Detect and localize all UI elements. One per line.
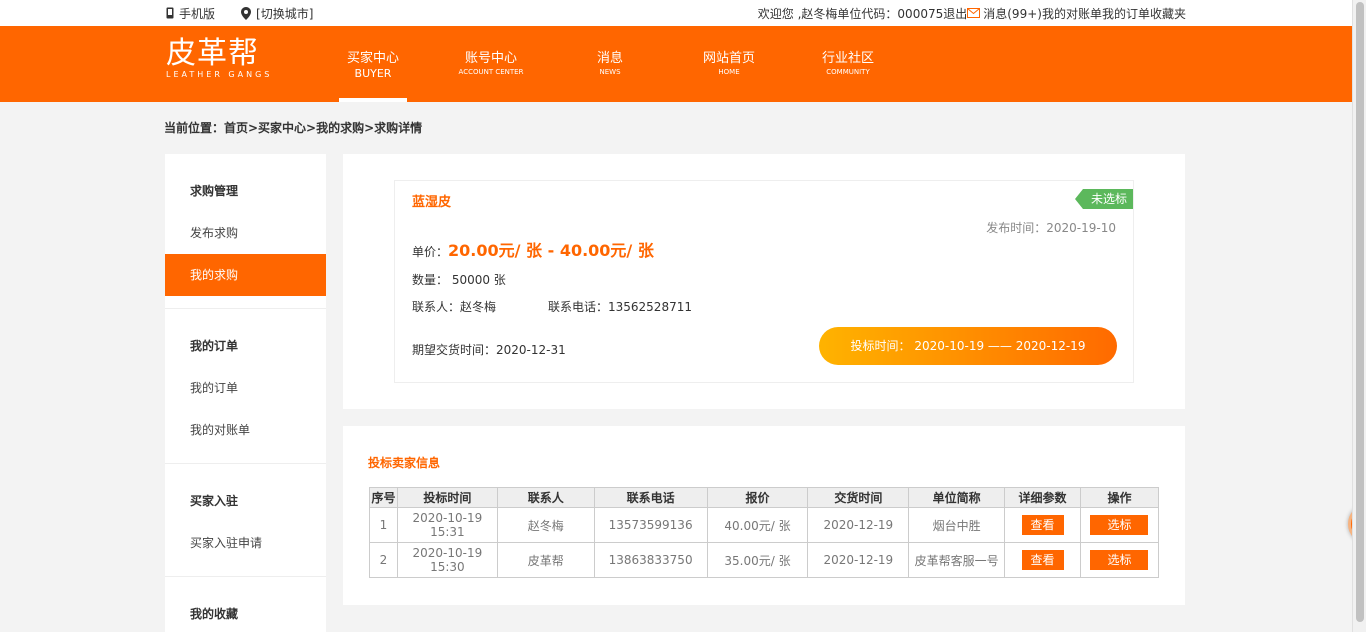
table-row: 2 2020-10-19 15:30 皮革帮 13863833750 35.00… (369, 542, 1160, 578)
price-value: 20.00元/ 张 - 40.00元/ 张 (448, 241, 654, 260)
view-button[interactable]: 查看 (1021, 515, 1064, 535)
logo[interactable]: 皮革帮 LEATHER GANGS (166, 36, 272, 79)
sidebar-title-favorites: 我的收藏 (190, 607, 239, 621)
breadcrumb: 当前位置：首页>买家中心>我的求购>求购详情 (164, 121, 423, 135)
unit-code: 单位代码：000075 (837, 6, 944, 21)
status-badge: 未选标 (1075, 189, 1133, 209)
favorites-link[interactable]: 收藏夹 (1150, 5, 1186, 22)
city-switch[interactable]: [切换城市] (241, 5, 313, 22)
nav-buyer-center[interactable]: 买家中心 BUYER (339, 26, 407, 102)
purchase-detail-panel: 蓝湿皮 未选标 发布时间：2020-19-10 单价： 20.00元/ 张 - … (394, 180, 1134, 383)
statements-link[interactable]: 我的对账单 (1042, 5, 1102, 22)
nav-home[interactable]: 网站首页 HOME (645, 26, 813, 102)
quantity: 数量： 50000 张 (412, 273, 506, 287)
col-index: 序号 (369, 487, 398, 508)
nav-news[interactable]: 消息 NEWS (575, 26, 645, 102)
select-bid-button[interactable]: 选标 (1090, 515, 1149, 535)
table-header-row: 序号 投标时间 联系人 联系电话 报价 交货时间 单位简称 详细参数 操作 (369, 487, 1160, 508)
nav-account-center[interactable]: 账号中心 ACCOUNT CENTER (407, 26, 575, 102)
nav-community[interactable]: 行业社区 COMMUNITY (813, 26, 883, 102)
main-nav: 皮革帮 LEATHER GANGS 买家中心 BUYER 账号中心 ACCOUN… (0, 26, 1366, 102)
bidders-title: 投标卖家信息 (368, 456, 441, 470)
contact-phone: 联系电话：13562528711 (548, 300, 692, 314)
phone-icon (166, 7, 174, 19)
scrollbar[interactable] (1352, 0, 1366, 632)
price-label: 单价： (412, 245, 449, 259)
sidebar-item-publish[interactable]: 发布求购 (165, 212, 326, 254)
col-action: 操作 (1079, 487, 1160, 508)
sidebar-title-orders: 我的订单 (190, 339, 239, 353)
sidebar-item-my-purchases[interactable]: 我的求购 (165, 254, 326, 296)
bidders-card: 投标卖家信息 序号 投标时间 联系人 联系电话 报价 交货时间 单位简称 详细参… (343, 426, 1185, 605)
welcome-text: 欢迎您 ,赵冬梅 (757, 6, 838, 21)
col-company: 单位简称 (908, 487, 1006, 508)
col-delivery: 交货时间 (807, 487, 910, 508)
sidebar-item-my-orders[interactable]: 我的订单 (165, 367, 326, 409)
col-details: 详细参数 (1004, 487, 1081, 508)
select-bid-button[interactable]: 选标 (1090, 550, 1149, 570)
table-row: 1 2020-10-19 15:31 赵冬梅 13573599136 40.00… (369, 507, 1160, 543)
purchase-detail-card: 蓝湿皮 未选标 发布时间：2020-19-10 单价： 20.00元/ 张 - … (343, 154, 1185, 409)
sidebar-item-statements[interactable]: 我的对账单 (165, 409, 326, 451)
sidebar-item-settle-apply[interactable]: 买家入驻申请 (165, 522, 326, 564)
sidebar-title-purchase: 求购管理 (190, 184, 239, 198)
expected-delivery: 期望交货时间：2020-12-31 (412, 343, 566, 357)
orders-link[interactable]: 我的订单 (1102, 5, 1150, 22)
col-phone: 联系电话 (593, 487, 708, 508)
bid-time-pill: 投标时间： 2020-10-19 —— 2020-12-19 (819, 327, 1117, 365)
top-bar: 手机版 [切换城市] 欢迎您 ,赵冬梅 单位代码：000075 退出 消息(99… (0, 0, 1366, 26)
mail-icon (967, 8, 981, 18)
col-price: 报价 (706, 487, 809, 508)
col-bid-time: 投标时间 (396, 487, 498, 508)
contact-person: 联系人：赵冬梅 (412, 300, 497, 314)
messages-link[interactable]: 消息(99+) (967, 5, 1042, 22)
mobile-link[interactable]: 手机版 (166, 5, 215, 22)
scrollbar-thumb[interactable] (1356, 2, 1364, 622)
sidebar: 求购管理 发布求购 我的求购 我的订单 我的订单 我的对账单 买家入驻 买家入驻… (165, 154, 326, 632)
location-pin-icon (241, 6, 252, 20)
bidders-table: 序号 投标时间 联系人 联系电话 报价 交货时间 单位简称 详细参数 操作 1 … (369, 487, 1160, 578)
product-name: 蓝湿皮 (412, 195, 452, 210)
logout-link[interactable]: 退出 (943, 5, 967, 22)
publish-time: 发布时间：2020-19-10 (986, 221, 1116, 235)
price-row: 单价： 20.00元/ 张 - 40.00元/ 张 (412, 237, 654, 261)
view-button[interactable]: 查看 (1021, 550, 1064, 570)
sidebar-title-settle: 买家入驻 (190, 494, 239, 508)
col-contact: 联系人 (496, 487, 595, 508)
